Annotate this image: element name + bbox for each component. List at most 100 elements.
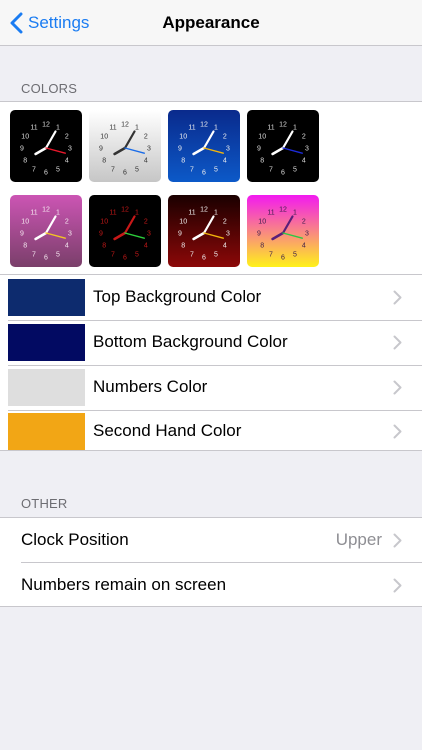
svg-text:7: 7 — [111, 251, 115, 258]
second-hand-color-row[interactable]: Second Hand Color — [0, 409, 422, 454]
clock-position-row[interactable]: Clock Position Upper — [0, 518, 422, 563]
svg-text:5: 5 — [214, 251, 218, 258]
other-group: Clock Position Upper Numbers remain on s… — [0, 517, 422, 607]
clock-theme-thumbnail[interactable]: 12 1 2 3 4 5 6 7 8 9 10 11 — [10, 110, 82, 182]
svg-text:3: 3 — [147, 231, 151, 238]
svg-text:3: 3 — [305, 146, 309, 153]
svg-text:12: 12 — [200, 122, 208, 129]
navigation-bar: Settings Appearance — [0, 0, 422, 46]
svg-text:11: 11 — [30, 210, 37, 217]
svg-text:1: 1 — [214, 125, 218, 132]
svg-text:6: 6 — [281, 170, 285, 177]
clock-theme-thumbnail[interactable]: 12 1 2 3 4 5 6 7 8 9 10 11 — [89, 195, 161, 267]
svg-text:7: 7 — [32, 166, 36, 173]
svg-text:8: 8 — [23, 243, 27, 250]
svg-text:7: 7 — [111, 166, 115, 173]
clock-theme-thumbnail[interactable]: 12 1 2 3 4 5 6 7 8 9 10 11 — [89, 110, 161, 182]
svg-text:1: 1 — [135, 210, 139, 217]
top-background-color-row[interactable]: Top Background Color — [0, 275, 422, 320]
clock-theme-thumbnail[interactable]: 12 1 2 3 4 5 6 7 8 9 10 11 — [10, 195, 82, 267]
row-label: Numbers Color — [93, 377, 208, 396]
svg-text:1: 1 — [293, 210, 297, 217]
clock-theme-thumbnail[interactable]: 12 1 2 3 4 5 6 7 8 9 10 11 — [247, 110, 319, 182]
svg-text:11: 11 — [188, 125, 195, 132]
clock-face-icon: 12 12 3 45 6 78 9 1011 — [99, 122, 151, 177]
svg-text:12: 12 — [42, 207, 50, 214]
svg-text:10: 10 — [179, 134, 187, 141]
svg-text:11: 11 — [188, 210, 195, 217]
svg-text:6: 6 — [202, 170, 206, 177]
svg-text:10: 10 — [100, 219, 108, 226]
svg-text:2: 2 — [223, 219, 227, 226]
svg-text:3: 3 — [68, 231, 72, 238]
svg-text:5: 5 — [293, 166, 297, 173]
svg-text:12: 12 — [279, 207, 287, 214]
svg-text:4: 4 — [65, 243, 69, 250]
svg-text:1: 1 — [293, 125, 297, 132]
svg-text:8: 8 — [102, 243, 106, 250]
svg-text:9: 9 — [99, 231, 103, 238]
clock-face-icon: 12 12 3 45 6 78 9 1011 — [20, 122, 72, 177]
svg-text:6: 6 — [44, 170, 48, 177]
svg-text:8: 8 — [260, 158, 264, 165]
other-section-header: OTHER — [21, 496, 68, 511]
chevron-right-icon — [393, 533, 402, 548]
svg-text:4: 4 — [302, 158, 306, 165]
svg-text:10: 10 — [100, 134, 108, 141]
svg-text:10: 10 — [258, 134, 266, 141]
clock-theme-grid: 12 1 2 3 4 5 6 7 8 9 10 11 12 1 2 3 4 5 6 7 8 9 10 11 12 1 2 3 4 5 6 7 8… — [0, 102, 422, 274]
svg-text:8: 8 — [23, 158, 27, 165]
clock-theme-thumbnail[interactable]: 12 1 2 3 4 5 6 7 8 9 10 11 — [247, 195, 319, 267]
bottom-background-color-row[interactable]: Bottom Background Color — [0, 320, 422, 365]
svg-text:1: 1 — [56, 210, 60, 217]
svg-text:12: 12 — [279, 122, 287, 129]
svg-text:6: 6 — [202, 255, 206, 262]
svg-text:9: 9 — [20, 146, 24, 153]
svg-text:5: 5 — [214, 166, 218, 173]
numbers-remain-row[interactable]: Numbers remain on screen — [0, 563, 422, 608]
svg-text:11: 11 — [30, 125, 37, 132]
svg-text:6: 6 — [281, 255, 285, 262]
clock-face-icon: 12 12 3 45 6 78 9 1011 — [257, 207, 309, 262]
svg-text:5: 5 — [56, 251, 60, 258]
svg-text:2: 2 — [144, 134, 148, 141]
row-label: Second Hand Color — [93, 421, 242, 440]
svg-text:12: 12 — [121, 122, 129, 129]
svg-text:8: 8 — [260, 243, 264, 250]
color-swatch — [8, 324, 85, 361]
svg-text:10: 10 — [179, 219, 187, 226]
svg-text:9: 9 — [178, 146, 182, 153]
svg-text:12: 12 — [42, 122, 50, 129]
color-swatch — [8, 279, 85, 316]
svg-text:4: 4 — [144, 243, 148, 250]
chevron-right-icon — [393, 335, 402, 350]
svg-text:11: 11 — [267, 125, 274, 132]
svg-text:4: 4 — [223, 243, 227, 250]
clock-face-icon: 12 12 3 45 6 78 9 1011 — [178, 207, 230, 262]
svg-text:10: 10 — [258, 219, 266, 226]
svg-text:7: 7 — [190, 251, 194, 258]
page-title: Appearance — [162, 13, 260, 32]
svg-text:9: 9 — [257, 231, 261, 238]
svg-text:5: 5 — [135, 251, 139, 258]
numbers-color-row[interactable]: Numbers Color — [0, 365, 422, 410]
svg-text:5: 5 — [56, 166, 60, 173]
svg-text:11: 11 — [109, 125, 116, 132]
chevron-right-icon — [393, 424, 402, 439]
svg-text:1: 1 — [135, 125, 139, 132]
svg-text:1: 1 — [56, 125, 60, 132]
svg-text:7: 7 — [190, 166, 194, 173]
svg-text:9: 9 — [178, 231, 182, 238]
svg-text:6: 6 — [123, 170, 127, 177]
row-label: Clock Position — [21, 530, 129, 549]
clock-face-icon: 12 12 3 45 6 78 9 1011 — [20, 207, 72, 262]
svg-text:3: 3 — [305, 231, 309, 238]
clock-face-icon: 12 12 3 45 6 78 9 1011 — [178, 122, 230, 177]
svg-text:8: 8 — [102, 158, 106, 165]
row-label: Bottom Background Color — [93, 332, 288, 351]
clock-theme-thumbnail[interactable]: 12 1 2 3 4 5 6 7 8 9 10 11 — [168, 110, 240, 182]
svg-text:4: 4 — [65, 158, 69, 165]
svg-text:5: 5 — [293, 251, 297, 258]
clock-theme-thumbnail[interactable]: 12 1 2 3 4 5 6 7 8 9 10 11 — [168, 195, 240, 267]
svg-text:7: 7 — [32, 251, 36, 258]
